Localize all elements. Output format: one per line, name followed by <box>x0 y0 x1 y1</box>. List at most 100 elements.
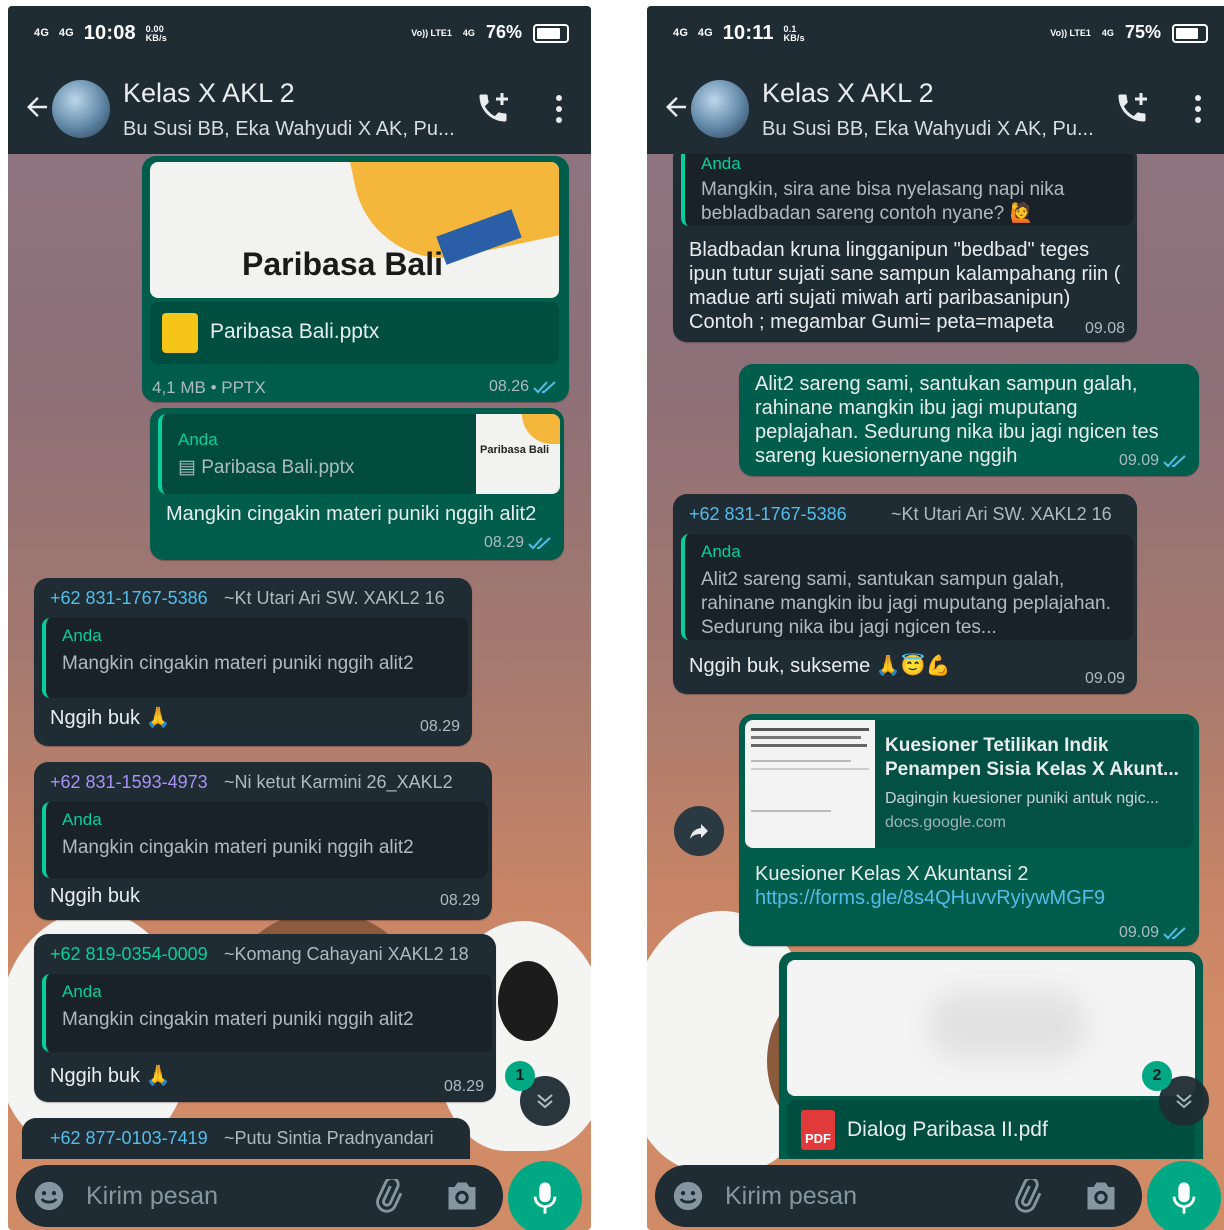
pdf-preview[interactable] <box>787 960 1195 1096</box>
message-link-preview[interactable]: Kuesioner Tetilikan Indik Penampen Sisia… <box>739 714 1199 946</box>
network-icon: 4G <box>462 27 475 38</box>
group-members[interactable]: Bu Susi BB, Eka Wahyudi X AK, Pu... <box>123 118 455 141</box>
read-ticks-icon <box>1163 455 1186 468</box>
message-text: Mangkin cingakin materi puniki nggih ali… <box>166 503 537 525</box>
sender-phone[interactable]: +62 831-1767-5386 <box>689 504 847 525</box>
message-link[interactable]: https://forms.gle/8s4QHuvvRyiywMGF9 <box>755 886 1105 910</box>
message-list[interactable]: Paribasa Bali Paribasa Bali.pptx 4,1 MB … <box>8 154 591 1159</box>
message-input[interactable]: Kirim pesan <box>655 1165 1142 1227</box>
message-incoming[interactable]: +62 877-0103-7419 ~Putu Sintia Pradnyand… <box>22 1118 470 1159</box>
battery-icon <box>533 23 569 43</box>
link-title: Kuesioner Tetilikan Indik Penampen Sisia… <box>885 735 1179 780</box>
link-preview-card[interactable]: Kuesioner Tetilikan Indik Penampen Sisia… <box>745 720 1193 848</box>
sender-phone[interactable]: +62 819-0354-0009 <box>50 944 208 965</box>
message-text: Nggih buk <box>50 885 141 907</box>
status-left: 4G 4G 10:11 0.1 KB/s <box>673 22 805 45</box>
file-name: Paribasa Bali.pptx <box>210 320 380 343</box>
attach-icon[interactable] <box>1010 1179 1044 1213</box>
back-arrow-icon[interactable] <box>22 92 52 122</box>
sender-phone[interactable]: +62 831-1593-4973 <box>50 772 208 793</box>
pptx-file-icon <box>162 313 198 353</box>
mic-icon <box>533 1182 557 1214</box>
message-list[interactable]: Anda Mangkin, sira ane bisa nyelasang na… <box>647 154 1224 1159</box>
mic-button[interactable] <box>1147 1161 1221 1230</box>
message-outgoing[interactable]: Alit2 sareng sami, santukan sampun galah… <box>739 364 1199 476</box>
sender-name: ~Kt Utari Ari SW. XAKL2 16 <box>224 588 445 608</box>
composer: Kirim pesan <box>8 1159 591 1230</box>
net-speed: 0.1 KB/s <box>783 23 805 43</box>
group-members[interactable]: Bu Susi BB, Eka Wahyudi X AK, Pu... <box>762 118 1094 141</box>
mic-icon <box>1172 1182 1196 1214</box>
quoted-message[interactable]: Anda ▤ Paribasa Bali.pptx Paribasa Bali <box>158 414 560 494</box>
camera-icon[interactable] <box>444 1179 480 1213</box>
back-arrow-icon[interactable] <box>661 92 691 122</box>
quoted-message[interactable]: Anda Mangkin cingakin materi puniki nggi… <box>42 802 488 878</box>
input-placeholder: Kirim pesan <box>86 1182 218 1210</box>
add-call-icon[interactable] <box>475 90 511 126</box>
sender-phone[interactable]: +62 831-1767-5386 <box>50 588 208 609</box>
message-incoming[interactable]: +62 831-1767-5386 ~Kt Utari Ari SW. XAKL… <box>34 578 472 746</box>
chat-screen-left: 4G 4G 10:08 0.00 KB/s Vo)) LTE1 4G 76% Ke… <box>8 6 591 1230</box>
signal-1-icon: 4G <box>673 27 689 40</box>
message-time: 09.09 <box>1119 452 1189 470</box>
quoted-message[interactable]: Anda Mangkin, sira ane bisa nyelasang na… <box>681 154 1133 226</box>
message-time: 08.29 <box>439 892 480 909</box>
status-bar: 4G 4G 10:11 0.1 KB/s Vo)) LTE1 4G 75% <box>647 6 1224 62</box>
unread-badge: 2 <box>1142 1061 1172 1091</box>
message-text: Nggih buk 🙏 <box>50 707 171 729</box>
quoted-message[interactable]: Anda Mangkin cingakin materi puniki nggi… <box>42 974 492 1052</box>
chat-header: Kelas X AKL 2 Bu Susi BB, Eka Wahyudi X … <box>647 62 1224 154</box>
link-thumbnail <box>745 720 875 848</box>
message-incoming[interactable]: Anda Mangkin, sira ane bisa nyelasang na… <box>673 154 1137 342</box>
quoted-message[interactable]: Anda Mangkin cingakin materi puniki nggi… <box>42 618 468 698</box>
group-avatar[interactable] <box>52 80 110 138</box>
volte-icon: Vo)) LTE1 <box>411 27 452 38</box>
mic-button[interactable] <box>508 1161 582 1230</box>
emoji-icon[interactable] <box>671 1179 705 1213</box>
quote-thumbnail: Paribasa Bali <box>476 414 560 494</box>
message-reply-outgoing[interactable]: Anda ▤ Paribasa Bali.pptx Paribasa Bali … <box>150 408 564 560</box>
quoted-message[interactable]: Anda Alit2 sareng sami, santukan sampun … <box>681 534 1133 640</box>
sender-phone[interactable]: +62 877-0103-7419 <box>50 1128 208 1149</box>
more-options-icon[interactable] <box>1194 94 1202 124</box>
camera-icon[interactable] <box>1083 1179 1119 1213</box>
message-incoming[interactable]: +62 831-1593-4973 ~Ni ketut Karmini 26_X… <box>34 762 492 920</box>
chat-screen-right: 4G 4G 10:11 0.1 KB/s Vo)) LTE1 4G 75% Kel… <box>647 6 1224 1230</box>
volte-icon: Vo)) LTE1 <box>1050 27 1091 38</box>
group-avatar[interactable] <box>691 80 749 138</box>
message-file-pptx[interactable]: Paribasa Bali Paribasa Bali.pptx 4,1 MB … <box>142 156 569 402</box>
message-time: 09.08 <box>1084 320 1125 337</box>
battery-percent: 75% <box>1124 22 1161 42</box>
message-text: Nggih buk 🙏 <box>50 1065 171 1087</box>
status-right: Vo)) LTE1 4G 75% <box>1050 22 1208 43</box>
signal-2-icon: 4G <box>58 27 74 40</box>
message-text: Kuesioner Kelas X Akuntansi 2 <box>755 863 1029 885</box>
more-options-icon[interactable] <box>555 94 563 124</box>
emoji-icon[interactable] <box>32 1179 66 1213</box>
quote-author: Anda <box>701 154 741 173</box>
double-chevron-down-icon <box>1176 1094 1192 1109</box>
message-incoming[interactable]: +62 831-1767-5386 ~Kt Utari Ari SW. XAKL… <box>673 494 1137 694</box>
forward-button[interactable] <box>674 806 724 856</box>
status-right: Vo)) LTE1 4G 76% <box>411 22 569 43</box>
quote-author: Anda <box>62 982 102 1001</box>
message-file-pdf[interactable]: PDF Dialog Paribasa II.pdf <box>779 952 1203 1159</box>
attach-icon[interactable] <box>371 1179 405 1213</box>
add-call-icon[interactable] <box>1114 90 1150 126</box>
input-placeholder: Kirim pesan <box>725 1182 857 1210</box>
quote-text: Alit2 sareng sami, santukan sampun galah… <box>701 569 1111 638</box>
file-row[interactable]: Paribasa Bali.pptx <box>150 302 559 364</box>
unread-badge: 1 <box>505 1061 535 1091</box>
read-ticks-icon <box>528 537 551 550</box>
group-title[interactable]: Kelas X AKL 2 <box>762 78 934 109</box>
quote-text: Mangkin cingakin materi puniki nggih ali… <box>62 653 414 674</box>
sender-name: ~Kt Utari Ari SW. XAKL2 16 <box>891 504 1112 524</box>
status-bar: 4G 4G 10:08 0.00 KB/s Vo)) LTE1 4G 76% <box>8 6 591 62</box>
battery-icon <box>1172 23 1208 43</box>
file-row[interactable]: PDF Dialog Paribasa II.pdf <box>787 1100 1195 1159</box>
message-incoming[interactable]: +62 819-0354-0009 ~Komang Cahayani XAKL2… <box>34 934 496 1102</box>
group-title[interactable]: Kelas X AKL 2 <box>123 78 295 109</box>
message-input[interactable]: Kirim pesan <box>16 1165 503 1227</box>
pptx-preview[interactable]: Paribasa Bali <box>150 162 559 298</box>
message-time: 09.09 <box>1119 924 1189 942</box>
